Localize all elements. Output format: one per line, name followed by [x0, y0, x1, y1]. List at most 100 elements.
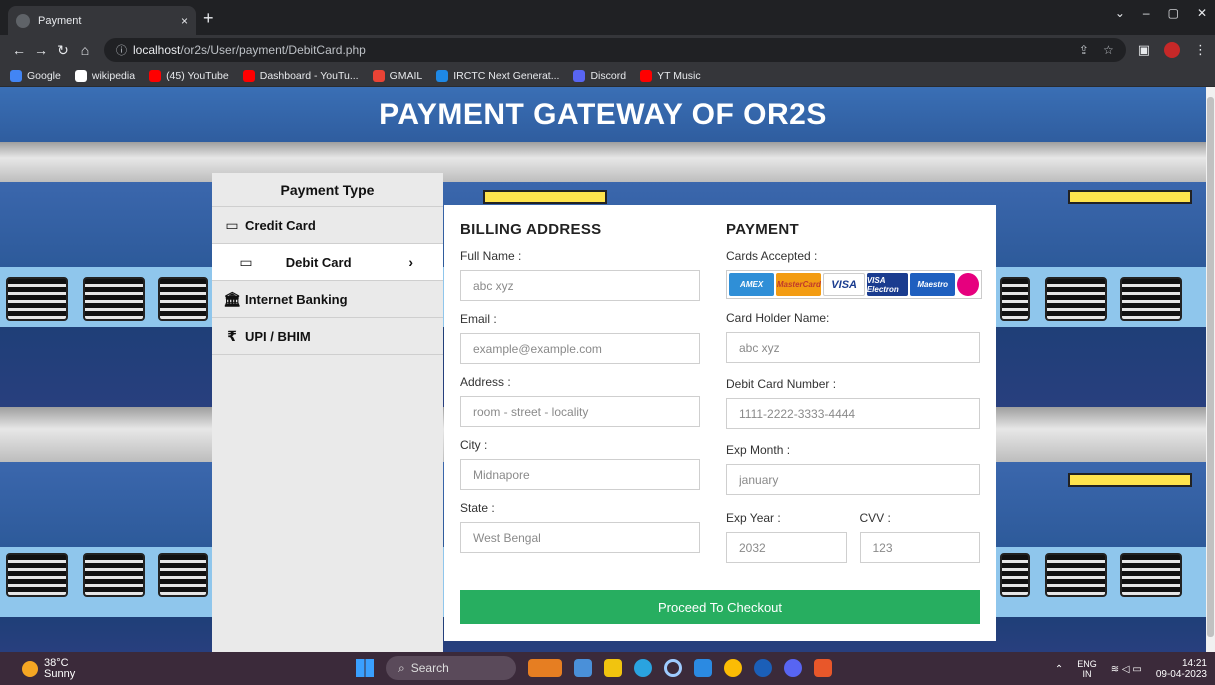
city-input[interactable]: [460, 459, 700, 490]
page-scrollbar[interactable]: [1206, 87, 1215, 652]
state-label: State :: [460, 501, 495, 515]
page-viewport: PAYMENT GATEWAY OF OR2S Payment Type ▭ C…: [0, 87, 1206, 652]
full-name-input[interactable]: [460, 270, 700, 301]
bookmark-star-icon[interactable]: ☆: [1103, 43, 1114, 57]
bookmark-item[interactable]: Discord: [573, 69, 627, 82]
billing-heading: BILLING ADDRESS: [460, 221, 602, 238]
bookmark-item[interactable]: YT Music: [640, 69, 701, 82]
sidebar-item-credit-card[interactable]: ▭ Credit Card: [212, 207, 443, 244]
bookmark-item[interactable]: Dashboard - YouTu...: [242, 69, 359, 82]
proceed-checkout-button[interactable]: Proceed To Checkout: [460, 590, 980, 624]
sidebar-item-internet-banking[interactable]: 🏛 Internet Banking: [212, 281, 443, 318]
new-tab-button[interactable]: +: [203, 8, 214, 28]
reload-icon[interactable]: ↻: [52, 42, 74, 59]
task-view-icon[interactable]: [574, 659, 592, 677]
minimize-icon[interactable]: –: [1143, 6, 1150, 20]
tab-title: Payment: [38, 14, 82, 27]
menu-kebab-icon[interactable]: ⋮: [1194, 42, 1207, 58]
github-icon[interactable]: [664, 659, 682, 677]
maximize-icon[interactable]: ▢: [1168, 6, 1179, 20]
card-number-input[interactable]: [726, 398, 980, 429]
back-icon[interactable]: ←: [8, 42, 30, 58]
train-window: [6, 553, 68, 597]
scrollbar-thumb[interactable]: [1207, 97, 1214, 637]
amex-logo-icon: AMEX: [729, 273, 775, 296]
sidebar-item-debit-card[interactable]: ▭ Debit Card ›: [212, 244, 443, 281]
site-info-icon[interactable]: ⓘ: [116, 42, 127, 58]
rupee-icon: ₹: [227, 327, 237, 344]
train-window: [1045, 277, 1107, 321]
browser-tab-bar: Payment × + ⌄ – ▢ ✕: [0, 0, 1215, 35]
state-input[interactable]: [460, 522, 700, 553]
clock[interactable]: 14:21 09-04-2023: [1156, 658, 1207, 680]
clock-time: 14:21: [1181, 658, 1207, 669]
card-holder-input[interactable]: [726, 332, 980, 363]
train-window: [1000, 553, 1030, 597]
wifi-volume-battery-icon[interactable]: ≋ ◁ ▭: [1111, 664, 1142, 675]
email-input[interactable]: [460, 333, 700, 364]
sidebar-item-label: Debit Card: [285, 254, 352, 270]
tab-search-icon[interactable]: ⌄: [1115, 6, 1125, 20]
bookmark-label: Discord: [590, 69, 627, 82]
sidebar-item-upi-bhim[interactable]: ₹ UPI / BHIM: [212, 318, 443, 355]
home-icon[interactable]: ⌂: [74, 42, 96, 58]
exp-month-input[interactable]: [726, 464, 980, 495]
url-input[interactable]: ⓘ localhost /or2s/User/payment/DebitCard…: [104, 38, 1126, 62]
email-label: Email :: [460, 312, 497, 326]
lang-region: IN: [1082, 669, 1092, 679]
train-window: [158, 277, 208, 321]
telegram-icon[interactable]: [634, 659, 652, 677]
bank-icon: 🏛: [223, 290, 241, 307]
bookmark-item[interactable]: Google: [10, 69, 61, 82]
address-input[interactable]: [460, 396, 700, 427]
payment-form-card: BILLING ADDRESS Full Name : Email : Addr…: [444, 205, 996, 641]
tray-chevron-up-icon[interactable]: ⌃: [1055, 664, 1063, 675]
search-icon: ⌕: [398, 660, 405, 675]
sidebar-item-label: Internet Banking: [245, 291, 348, 307]
profile-avatar[interactable]: [1164, 42, 1180, 58]
bookmark-label: IRCTC Next Generat...: [453, 69, 560, 82]
windows-start-icon[interactable]: [356, 659, 374, 677]
tab-close-icon[interactable]: ×: [181, 14, 188, 28]
share-icon[interactable]: ⇪: [1079, 43, 1089, 57]
yellow-strip: [1068, 473, 1192, 487]
url-path: /or2s/User/payment/DebitCard.php: [180, 43, 366, 57]
train-window: [1000, 277, 1030, 321]
close-window-icon[interactable]: ✕: [1197, 6, 1207, 20]
bookmark-item[interactable]: wikipedia: [74, 69, 135, 82]
train-window: [158, 553, 208, 597]
bookmark-label: Dashboard - YouTu...: [259, 69, 359, 82]
sidebar-item-label: UPI / BHIM: [245, 328, 311, 344]
billing-address-column: BILLING ADDRESS Full Name : Email : Addr…: [460, 205, 700, 564]
widgets-icon[interactable]: [528, 659, 562, 677]
city-label: City :: [460, 438, 488, 452]
window-controls: ⌄ – ▢ ✕: [1115, 6, 1207, 20]
address-label: Address :: [460, 375, 511, 389]
language-indicator[interactable]: ENG IN: [1077, 659, 1097, 679]
bookmark-item[interactable]: IRCTC Next Generat...: [436, 69, 560, 82]
taskbar-search[interactable]: ⌕ Search: [386, 656, 516, 680]
bookmark-item[interactable]: (45) YouTube: [149, 69, 229, 82]
chrome-icon[interactable]: [724, 659, 742, 677]
debit-card-icon: ▭: [239, 253, 253, 270]
xampp-icon[interactable]: [814, 659, 832, 677]
taskbar-search-label: Search: [410, 661, 449, 675]
yellow-strip: [1068, 190, 1192, 204]
bookmark-favicon-icon: [74, 69, 87, 82]
forward-icon[interactable]: →: [30, 42, 52, 58]
card-number-label: Debit Card Number :: [726, 377, 837, 391]
bookmark-item[interactable]: GMAIL: [372, 69, 422, 82]
weather-widget[interactable]: 38°C Sunny: [22, 657, 75, 680]
discord-icon[interactable]: [784, 659, 802, 677]
side-panel-icon[interactable]: ▣: [1138, 42, 1150, 58]
train-window: [83, 553, 145, 597]
vscode-icon[interactable]: [694, 659, 712, 677]
cvv-input[interactable]: [859, 532, 980, 563]
steam-icon[interactable]: [754, 659, 772, 677]
exp-month-label: Exp Month :: [726, 443, 791, 457]
bookmark-favicon-icon: [10, 69, 22, 82]
browser-tab[interactable]: Payment ×: [8, 6, 196, 35]
payment-type-sidebar: Payment Type ▭ Credit Card ▭ Debit Card …: [212, 173, 443, 652]
exp-year-input[interactable]: [726, 532, 847, 563]
file-explorer-icon[interactable]: [604, 659, 622, 677]
